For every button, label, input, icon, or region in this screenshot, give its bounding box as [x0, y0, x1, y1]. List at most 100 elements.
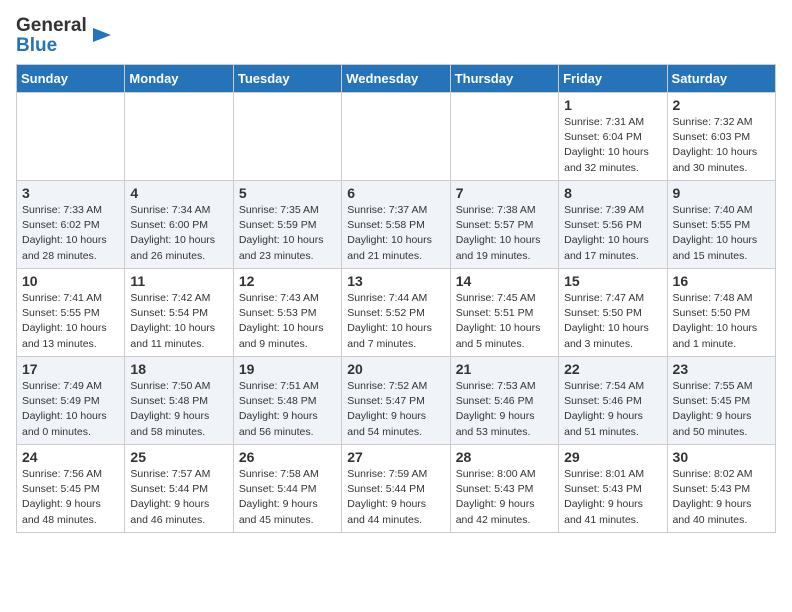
day-info: Sunrise: 7:38 AM Sunset: 5:57 PM Dayligh…: [456, 203, 553, 264]
calendar-cell: 27Sunrise: 7:59 AM Sunset: 5:44 PM Dayli…: [342, 444, 450, 532]
day-number: 15: [564, 273, 661, 289]
day-info: Sunrise: 7:57 AM Sunset: 5:44 PM Dayligh…: [130, 467, 227, 528]
calendar-cell: [125, 92, 233, 180]
day-number: 5: [239, 185, 336, 201]
weekday-header-thursday: Thursday: [450, 64, 558, 92]
calendar-cell: 4 Sunrise: 7:34 AM Sunset: 6:00 PM Daylig…: [125, 180, 233, 268]
logo-blue: Blue: [16, 36, 87, 56]
day-info: Sunrise: 7:42 AM Sunset: 5:54 PM Dayligh…: [130, 291, 227, 352]
calendar-cell: 1 Sunrise: 7:31 AM Sunset: 6:04 PM Daylig…: [559, 92, 667, 180]
logo-arrow-icon: [91, 24, 113, 51]
calendar-cell: 28 Sunrise: 8:00 AM Sunset: 5:43 PM Dayli…: [450, 444, 558, 532]
weekday-header-wednesday: Wednesday: [342, 64, 450, 92]
calendar-cell: 2Sunrise: 7:32 AM Sunset: 6:03 PM Daylig…: [667, 92, 775, 180]
calendar-cell: 23 Sunrise: 7:55 AM Sunset: 5:45 PM Dayli…: [667, 356, 775, 444]
day-info: Sunrise: 7:39 AM Sunset: 5:56 PM Dayligh…: [564, 203, 661, 264]
day-info: Sunrise: 7:50 AM Sunset: 5:48 PM Dayligh…: [130, 379, 227, 440]
day-info: Sunrise: 7:44 AM Sunset: 5:52 PM Dayligh…: [347, 291, 444, 352]
day-number: 29: [564, 449, 661, 465]
day-info: Sunrise: 7:53 AM Sunset: 5:46 PM Dayligh…: [456, 379, 553, 440]
calendar-cell: 11 Sunrise: 7:42 AM Sunset: 5:54 PM Dayli…: [125, 268, 233, 356]
day-number: 1: [564, 97, 661, 113]
day-number: 12: [239, 273, 336, 289]
day-info: Sunrise: 8:02 AM Sunset: 5:43 PM Dayligh…: [673, 467, 770, 528]
day-number: 8: [564, 185, 661, 201]
day-number: 19: [239, 361, 336, 377]
calendar-cell: [342, 92, 450, 180]
day-info: Sunrise: 7:43 AM Sunset: 5:53 PM Dayligh…: [239, 291, 336, 352]
calendar-cell: 18 Sunrise: 7:50 AM Sunset: 5:48 PM Dayli…: [125, 356, 233, 444]
day-info: Sunrise: 8:00 AM Sunset: 5:43 PM Dayligh…: [456, 467, 553, 528]
calendar-week-row: 1 Sunrise: 7:31 AM Sunset: 6:04 PM Daylig…: [17, 92, 776, 180]
calendar-week-row: 17 Sunrise: 7:49 AM Sunset: 5:49 PM Dayli…: [17, 356, 776, 444]
calendar-cell: 6Sunrise: 7:37 AM Sunset: 5:58 PM Daylig…: [342, 180, 450, 268]
weekday-header-friday: Friday: [559, 64, 667, 92]
calendar-cell: 25 Sunrise: 7:57 AM Sunset: 5:44 PM Dayli…: [125, 444, 233, 532]
day-info: Sunrise: 7:55 AM Sunset: 5:45 PM Dayligh…: [673, 379, 770, 440]
calendar-cell: 22Sunrise: 7:54 AM Sunset: 5:46 PM Dayli…: [559, 356, 667, 444]
weekday-header-sunday: Sunday: [17, 64, 125, 92]
day-number: 13: [347, 273, 444, 289]
calendar-cell: 24 Sunrise: 7:56 AM Sunset: 5:45 PM Dayli…: [17, 444, 125, 532]
calendar-cell: [233, 92, 341, 180]
calendar-cell: 13 Sunrise: 7:44 AM Sunset: 5:52 PM Dayli…: [342, 268, 450, 356]
day-number: 25: [130, 449, 227, 465]
day-info: Sunrise: 7:52 AM Sunset: 5:47 PM Dayligh…: [347, 379, 444, 440]
day-info: Sunrise: 7:32 AM Sunset: 6:03 PM Dayligh…: [673, 115, 770, 176]
calendar-cell: 16 Sunrise: 7:48 AM Sunset: 5:50 PM Dayli…: [667, 268, 775, 356]
day-number: 26: [239, 449, 336, 465]
weekday-header-monday: Monday: [125, 64, 233, 92]
day-info: Sunrise: 7:48 AM Sunset: 5:50 PM Dayligh…: [673, 291, 770, 352]
calendar-cell: 8 Sunrise: 7:39 AM Sunset: 5:56 PM Daylig…: [559, 180, 667, 268]
day-number: 20: [347, 361, 444, 377]
calendar-cell: 15Sunrise: 7:47 AM Sunset: 5:50 PM Dayli…: [559, 268, 667, 356]
day-number: 21: [456, 361, 553, 377]
day-number: 3: [22, 185, 119, 201]
day-info: Sunrise: 7:35 AM Sunset: 5:59 PM Dayligh…: [239, 203, 336, 264]
calendar-header: SundayMondayTuesdayWednesdayThursdayFrid…: [17, 64, 776, 92]
day-number: 11: [130, 273, 227, 289]
weekday-header-saturday: Saturday: [667, 64, 775, 92]
day-info: Sunrise: 7:33 AM Sunset: 6:02 PM Dayligh…: [22, 203, 119, 264]
day-number: 7: [456, 185, 553, 201]
day-info: Sunrise: 8:01 AM Sunset: 5:43 PM Dayligh…: [564, 467, 661, 528]
day-number: 16: [673, 273, 770, 289]
day-info: Sunrise: 7:31 AM Sunset: 6:04 PM Dayligh…: [564, 115, 661, 176]
calendar-cell: 5 Sunrise: 7:35 AM Sunset: 5:59 PM Daylig…: [233, 180, 341, 268]
calendar-cell: 12 Sunrise: 7:43 AM Sunset: 5:53 PM Dayli…: [233, 268, 341, 356]
calendar-cell: 26 Sunrise: 7:58 AM Sunset: 5:44 PM Dayli…: [233, 444, 341, 532]
logo-general: General: [16, 16, 87, 36]
day-number: 9: [673, 185, 770, 201]
day-info: Sunrise: 7:49 AM Sunset: 5:49 PM Dayligh…: [22, 379, 119, 440]
page-header: General Blue: [16, 16, 776, 56]
day-number: 27: [347, 449, 444, 465]
day-number: 18: [130, 361, 227, 377]
calendar-table: SundayMondayTuesdayWednesdayThursdayFrid…: [16, 64, 776, 533]
weekday-header-tuesday: Tuesday: [233, 64, 341, 92]
calendar-week-row: 10 Sunrise: 7:41 AM Sunset: 5:55 PM Dayli…: [17, 268, 776, 356]
day-info: Sunrise: 7:40 AM Sunset: 5:55 PM Dayligh…: [673, 203, 770, 264]
calendar-cell: [17, 92, 125, 180]
calendar-cell: 17 Sunrise: 7:49 AM Sunset: 5:49 PM Dayli…: [17, 356, 125, 444]
day-number: 10: [22, 273, 119, 289]
day-info: Sunrise: 7:56 AM Sunset: 5:45 PM Dayligh…: [22, 467, 119, 528]
day-info: Sunrise: 7:37 AM Sunset: 5:58 PM Dayligh…: [347, 203, 444, 264]
day-number: 28: [456, 449, 553, 465]
day-number: 14: [456, 273, 553, 289]
day-number: 30: [673, 449, 770, 465]
calendar-cell: 10 Sunrise: 7:41 AM Sunset: 5:55 PM Dayli…: [17, 268, 125, 356]
day-info: Sunrise: 7:41 AM Sunset: 5:55 PM Dayligh…: [22, 291, 119, 352]
day-number: 17: [22, 361, 119, 377]
logo: General Blue: [16, 16, 113, 56]
day-number: 24: [22, 449, 119, 465]
day-number: 23: [673, 361, 770, 377]
calendar-cell: 20 Sunrise: 7:52 AM Sunset: 5:47 PM Dayli…: [342, 356, 450, 444]
calendar-week-row: 3 Sunrise: 7:33 AM Sunset: 6:02 PM Daylig…: [17, 180, 776, 268]
day-info: Sunrise: 7:54 AM Sunset: 5:46 PM Dayligh…: [564, 379, 661, 440]
calendar-cell: 29 Sunrise: 8:01 AM Sunset: 5:43 PM Dayli…: [559, 444, 667, 532]
day-info: Sunrise: 7:58 AM Sunset: 5:44 PM Dayligh…: [239, 467, 336, 528]
calendar-cell: 19Sunrise: 7:51 AM Sunset: 5:48 PM Dayli…: [233, 356, 341, 444]
calendar-cell: [450, 92, 558, 180]
day-info: Sunrise: 7:34 AM Sunset: 6:00 PM Dayligh…: [130, 203, 227, 264]
day-number: 4: [130, 185, 227, 201]
